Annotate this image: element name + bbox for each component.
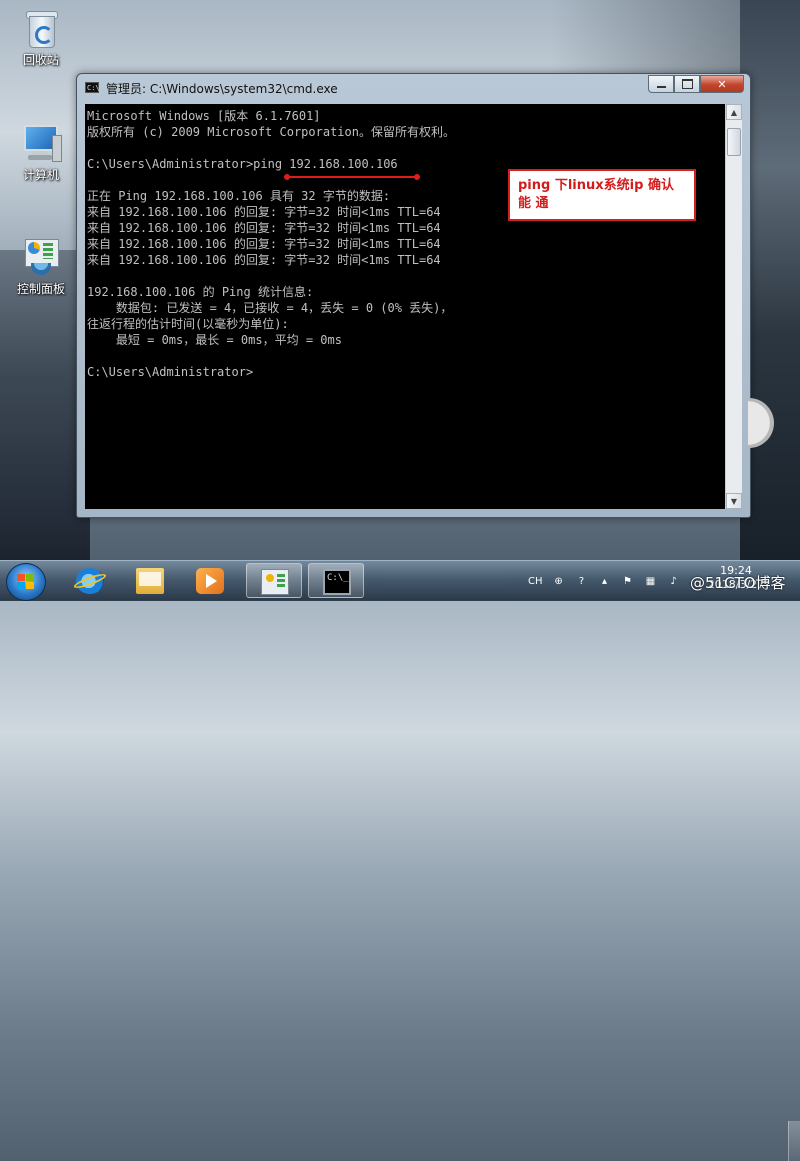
ie-icon [72, 568, 108, 594]
scroll-up-button[interactable]: ▲ [726, 104, 742, 120]
console-line: 192.168.100.106 的 Ping 统计信息: [87, 285, 314, 299]
cmd-window[interactable]: C:\ 管理员: C:\Windows\system32\cmd.exe ✕ M… [76, 73, 751, 518]
console-line: 来自 192.168.100.106 的回复: 字节=32 时间<1ms TTL… [87, 253, 441, 267]
console-line: 来自 192.168.100.106 的回复: 字节=32 时间<1ms TTL… [87, 237, 441, 251]
console-line: 最短 = 0ms，最长 = 0ms，平均 = 0ms [87, 333, 342, 347]
computer-icon [21, 123, 62, 163]
folder-icon [136, 568, 164, 594]
help-icon[interactable]: ? [575, 574, 589, 588]
taskbar-button-explorer[interactable] [122, 563, 178, 598]
annotation-callout: ping 下linux系统ip 确认能 通 [508, 169, 696, 221]
desktop-icon-label: 控制面板 [16, 282, 65, 296]
control-panel-icon [21, 237, 61, 277]
close-icon: ✕ [717, 77, 727, 91]
control-panel-icon [261, 569, 289, 595]
console-line: 往返行程的估计时间(以毫秒为单位): [87, 317, 289, 331]
console-line: 来自 192.168.100.106 的回复: 字节=32 时间<1ms TTL… [87, 221, 441, 235]
console-line: Microsoft Windows [版本 6.1.7601] [87, 109, 321, 123]
tray-expand-icon[interactable]: ▴ [598, 574, 612, 588]
watermark: @51CTO博客 [690, 574, 786, 592]
taskbar-button-cmd[interactable]: C:\_ [308, 563, 364, 598]
start-button[interactable] [6, 563, 46, 601]
cmd-icon: C:\_ [323, 569, 351, 595]
console-line: 版权所有 (c) 2009 Microsoft Corporation。保留所有… [87, 125, 455, 139]
window-title: 管理员: C:\Windows\system32\cmd.exe [106, 82, 338, 96]
desktop-icon-label: 回收站 [22, 53, 59, 67]
recycle-bin-icon [21, 8, 61, 48]
maximize-button[interactable] [674, 75, 700, 93]
console-line: C:\Users\Administrator> [87, 365, 254, 379]
scroll-thumb[interactable] [727, 128, 741, 156]
maximize-icon [681, 79, 693, 89]
system-tray: CH ⊕ ? ▴ ⚑ ▦ ♪ [528, 573, 681, 589]
annotation-underline [288, 176, 418, 178]
network-icon[interactable]: ▦ [644, 574, 658, 588]
cmd-icon: C:\ [85, 82, 100, 93]
desktop-icon-control-panel[interactable]: 控制面板 [8, 237, 74, 297]
close-button[interactable]: ✕ [700, 75, 744, 93]
input-method-icon[interactable]: ⊕ [552, 574, 566, 588]
scroll-down-button[interactable]: ▼ [726, 493, 742, 509]
taskbar-button-media-player[interactable] [182, 563, 238, 598]
language-indicator[interactable]: CH [528, 574, 543, 588]
console-line: 数据包: 已发送 = 4，已接收 = 4，丢失 = 0 (0% 丢失)， [87, 301, 453, 315]
desktop-icon-recycle-bin[interactable]: 回收站 [8, 8, 74, 68]
window-titlebar[interactable]: C:\ 管理员: C:\Windows\system32\cmd.exe ✕ [77, 74, 750, 102]
media-player-icon [196, 568, 224, 594]
console-text: Microsoft Windows [版本 6.1.7601] 版权所有 (c) … [87, 108, 717, 380]
taskbar: C:\_ CH ⊕ ? ▴ ⚑ ▦ ♪ 19:24 2018/3/27 [0, 560, 800, 1161]
action-center-icon[interactable]: ⚑ [621, 574, 635, 588]
show-desktop-button[interactable] [788, 1121, 800, 1161]
minimize-button[interactable] [648, 75, 674, 93]
minimize-icon [656, 86, 666, 88]
annotation-dot-right [414, 174, 420, 180]
taskbar-button-control-panel[interactable] [246, 563, 302, 598]
windows-flag-icon [17, 574, 35, 590]
desktop-icon-computer[interactable]: 计算机 [8, 123, 74, 183]
volume-icon[interactable]: ♪ [667, 574, 681, 588]
desktop-icon-label: 计算机 [22, 168, 59, 182]
window-controls: ✕ [648, 75, 744, 94]
taskbar-button-ie[interactable] [62, 563, 118, 598]
console-output[interactable]: Microsoft Windows [版本 6.1.7601] 版权所有 (c) … [85, 104, 725, 509]
vertical-scrollbar[interactable]: ▲ ▼ [725, 104, 742, 509]
